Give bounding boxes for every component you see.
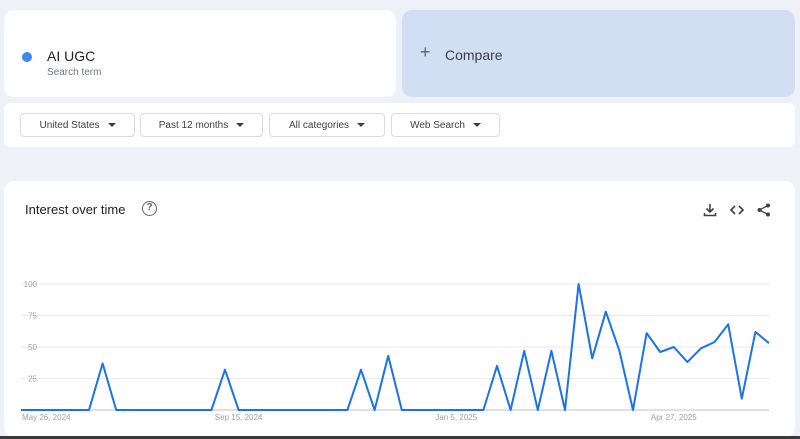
y-tick-label: 75 xyxy=(28,312,37,321)
compare-label: Compare xyxy=(445,47,503,63)
y-tick-label: 100 xyxy=(24,280,38,289)
x-tick-labels: May 26, 2024 Sep 15, 2024 Jan 5, 2025 Apr 2… xyxy=(22,413,697,422)
x-tick-label: Apr 27, 2025 xyxy=(651,413,697,422)
y-tick-label: 50 xyxy=(28,343,37,352)
x-tick-label: Sep 15, 2024 xyxy=(215,413,263,422)
compare-button[interactable]: + Compare xyxy=(402,10,795,97)
x-tick-label: Jan 5, 2025 xyxy=(435,413,477,422)
caret-down-icon xyxy=(357,123,366,127)
search-term-card[interactable]: AI UGC Search term xyxy=(4,10,396,97)
interest-line-chart: 25 50 75 100 May 26, 2024 Sep 15, 2024 Jan 5,… xyxy=(21,280,770,422)
region-filter-dropdown[interactable]: United States xyxy=(20,113,135,137)
search-type-filter-label: Web Search xyxy=(410,119,465,131)
category-filter-dropdown[interactable]: All categories xyxy=(269,113,385,137)
caret-down-icon xyxy=(472,123,481,127)
time-range-filter-dropdown[interactable]: Past 12 months xyxy=(140,113,263,137)
search-term-subtitle: Search term xyxy=(47,67,102,78)
interest-over-time-card: Interest over time ? 25 50 75 100 May 26, 2… xyxy=(4,181,795,437)
filter-bar: United States Past 12 months All categor… xyxy=(4,103,795,147)
time-range-filter-label: Past 12 months xyxy=(158,119,229,131)
series-color-dot xyxy=(22,52,32,62)
caret-down-icon xyxy=(236,123,245,127)
caret-down-icon xyxy=(107,123,116,127)
region-filter-label: United States xyxy=(39,119,100,131)
plus-icon: + xyxy=(420,42,431,62)
y-tick-labels: 25 50 75 100 xyxy=(24,280,38,384)
category-filter-label: All categories xyxy=(288,119,350,131)
search-term-name[interactable]: AI UGC xyxy=(47,48,95,64)
x-tick-label: May 26, 2024 xyxy=(22,413,71,422)
y-tick-label: 25 xyxy=(28,375,37,384)
search-type-filter-dropdown[interactable]: Web Search xyxy=(391,113,500,137)
